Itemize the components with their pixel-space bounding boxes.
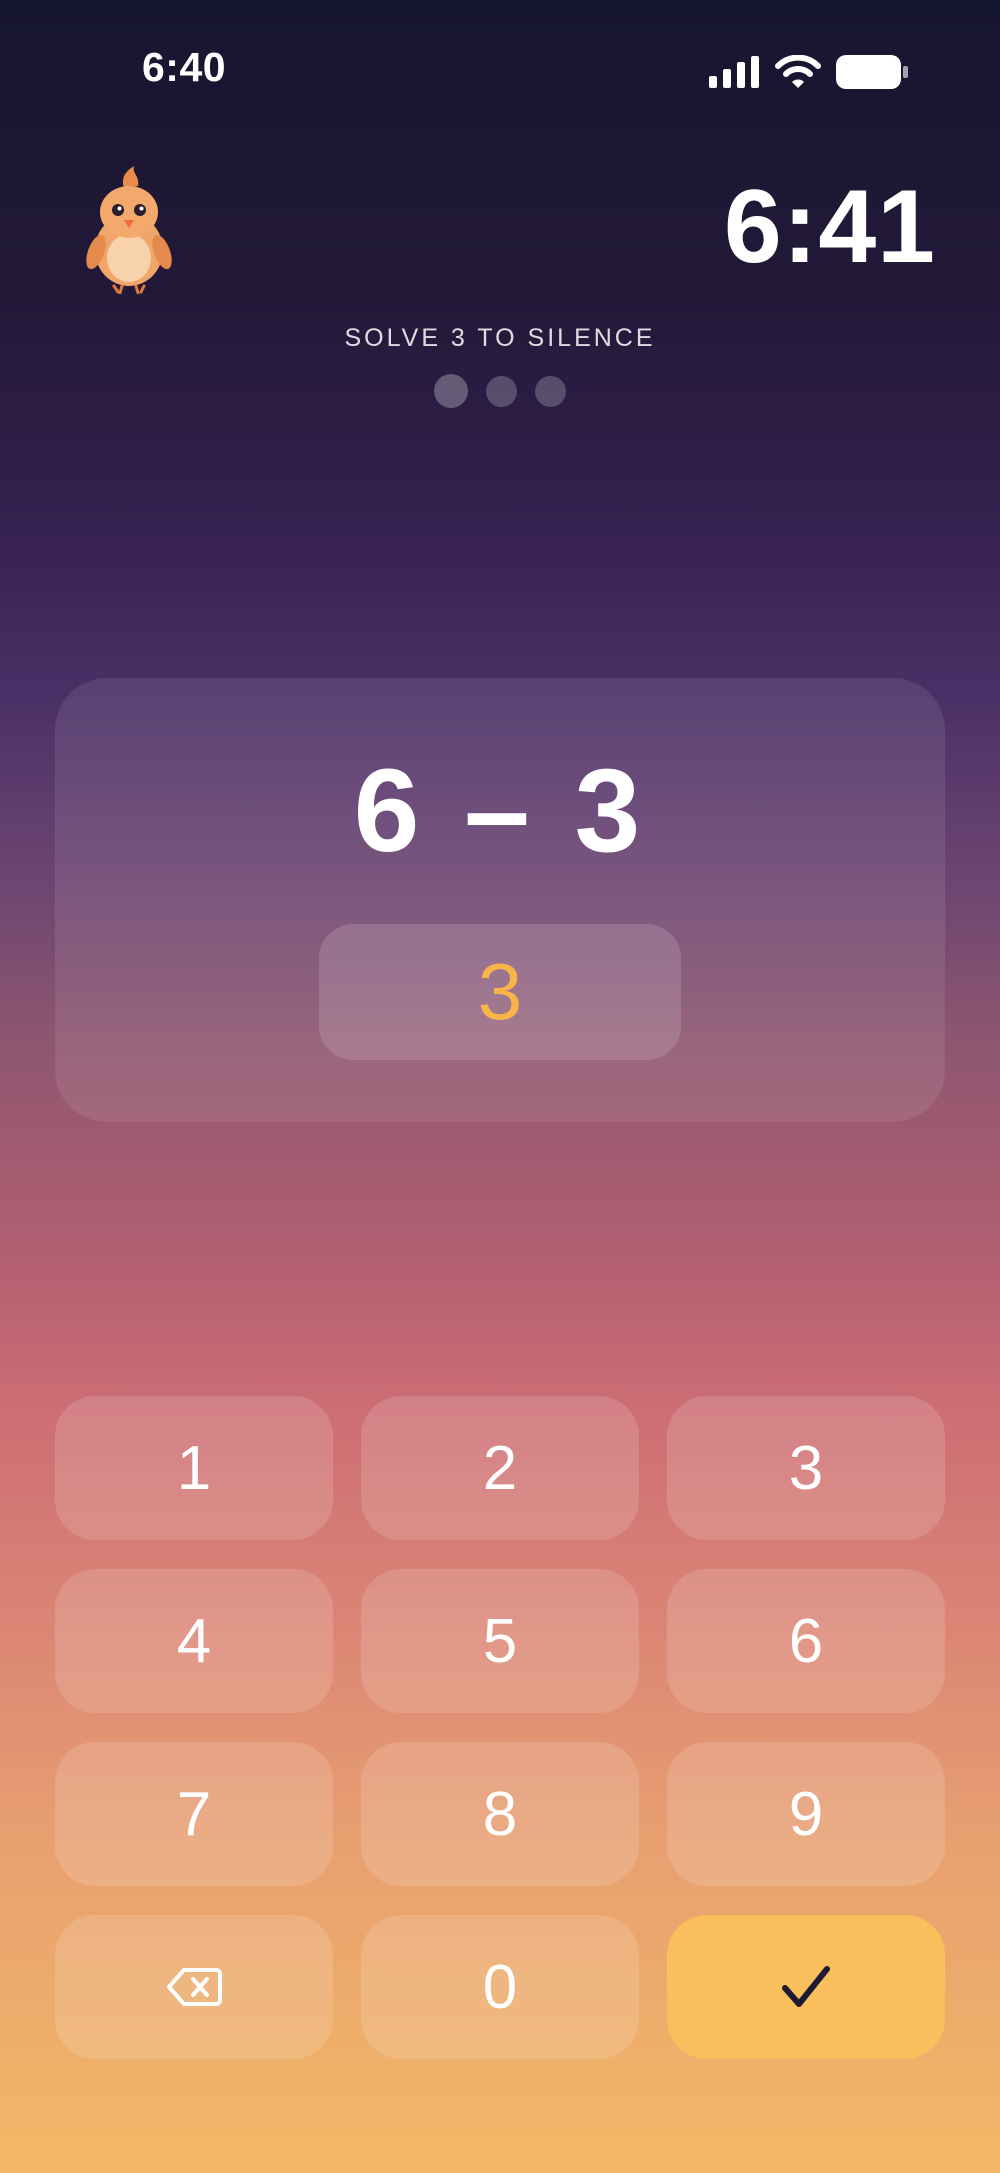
alarm-time: 6:41 bbox=[723, 169, 936, 285]
progress-dot-current bbox=[434, 374, 468, 408]
key-5[interactable]: 5 bbox=[361, 1569, 639, 1713]
math-equation: 6 – 3 bbox=[353, 745, 647, 877]
key-0[interactable]: 0 bbox=[361, 1915, 639, 2059]
backspace-button[interactable] bbox=[55, 1915, 333, 2059]
key-1[interactable]: 1 bbox=[55, 1396, 333, 1540]
key-6[interactable]: 6 bbox=[667, 1569, 945, 1713]
bird-mascot bbox=[86, 166, 172, 294]
signal-icon bbox=[709, 56, 759, 88]
problem-progress bbox=[0, 374, 1000, 408]
progress-dot bbox=[535, 375, 566, 407]
answer-value: 3 bbox=[477, 947, 523, 1036]
backspace-icon bbox=[167, 1968, 222, 2006]
challenge-instruction: SOLVE 3 TO SILENCE bbox=[344, 324, 656, 352]
key-3[interactable]: 3 bbox=[667, 1396, 945, 1540]
key-8[interactable]: 8 bbox=[361, 1742, 639, 1886]
key-9[interactable]: 9 bbox=[667, 1742, 945, 1886]
checkmark-icon bbox=[782, 1966, 830, 2007]
key-2[interactable]: 2 bbox=[361, 1396, 639, 1540]
key-7[interactable]: 7 bbox=[55, 1742, 333, 1886]
wifi-icon bbox=[775, 55, 821, 88]
battery-icon bbox=[836, 55, 908, 89]
key-4[interactable]: 4 bbox=[55, 1569, 333, 1713]
answer-display: 3 bbox=[319, 924, 681, 1060]
progress-dot bbox=[486, 375, 517, 407]
status-bar-time: 6:40 bbox=[142, 44, 227, 90]
number-keypad: 1 2 3 4 5 6 7 8 9 0 bbox=[55, 1396, 945, 2059]
submit-button[interactable] bbox=[667, 1915, 945, 2059]
